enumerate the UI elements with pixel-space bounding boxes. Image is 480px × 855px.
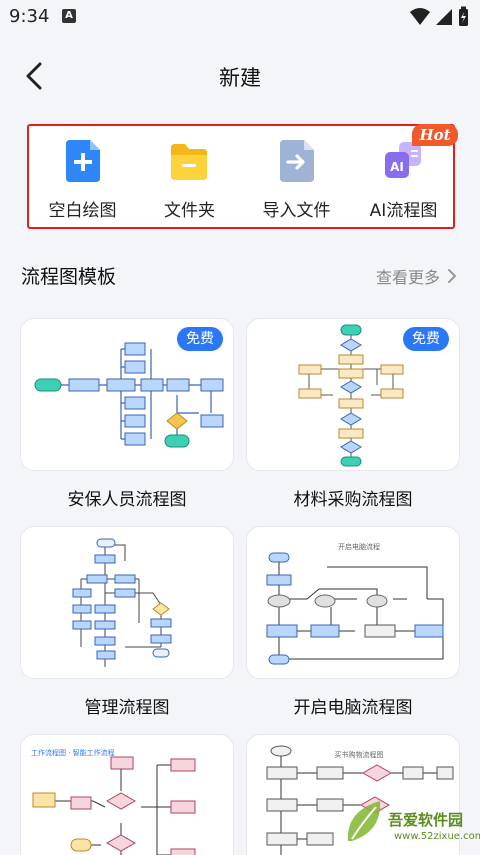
see-more-link[interactable]: 查看更多 [376,264,458,288]
quick-label: 空白绘图 [48,201,117,221]
import-file-button[interactable]: 导入文件 [243,126,350,227]
folder-icon [171,144,207,180]
template-card-computer-boot[interactable]: 开启电脑流程 [246,526,460,679]
template-card-management[interactable] [20,526,234,679]
thumbnail-heading: 买书购物流程图 [335,750,384,759]
page-title: 新建 [219,66,261,90]
template-card-purchase[interactable]: 免费 [246,318,460,471]
free-badge: 免费 [177,327,223,351]
status-icons [410,6,468,26]
thumbnail-heading: 工作流程图 · 智能工作流程 [31,748,115,757]
svg-text:AI: AI [390,160,404,174]
section-title: 流程图模板 [21,266,117,288]
template-card-work-process[interactable]: 工作流程图 · 智能工作流程 [20,734,234,855]
template-card-label: 管理流程图 [84,698,170,718]
template-card-label: 开启电脑流程图 [293,698,413,718]
quick-label: 文件夹 [164,201,215,221]
watermark-title: 吾爱软件园 [388,811,464,829]
free-badge: 免费 [403,327,449,351]
blank-doc-plus-icon [66,140,100,182]
leaf-logo-icon [347,801,381,841]
thumbnail-heading: 开启电脑流程 [338,542,380,551]
template-card-label: 安保人员流程图 [67,490,187,510]
blank-drawing-button[interactable]: 空白绘图 [29,126,136,227]
flowchart-thumbnail [72,538,172,667]
header: 新建 [0,40,480,110]
signal-icon [436,9,452,25]
folder-button[interactable]: 文件夹 [136,126,243,227]
status-time: 9:34 [9,6,50,27]
wifi-icon [410,8,430,25]
ai-flowchart-icon: AI [385,142,421,178]
quick-action-panel: 空白绘图 文件夹 导入文件 AI AI流程图 Hot [27,124,458,229]
template-card-security[interactable]: 免费 [20,318,234,471]
hot-badge: Hot [412,124,458,146]
quick-label: AI流程图 [369,201,438,221]
watermark: 吾爱软件园 www.52zixue.com [342,797,480,849]
notification-icon: A [62,9,76,23]
chevron-right-icon [448,269,456,283]
quick-label: 导入文件 [262,201,331,221]
template-card-label: 材料采购流程图 [293,490,413,510]
watermark-url: www.52zixue.com [394,831,480,842]
see-more-label: 查看更多 [375,268,440,287]
import-file-icon [280,140,314,182]
flowchart-thumbnail: 开启电脑流程 [266,542,444,665]
flowchart-thumbnail: 工作流程图 · 智能工作流程 [31,748,196,855]
status-bar: 9:34 A [0,0,480,34]
